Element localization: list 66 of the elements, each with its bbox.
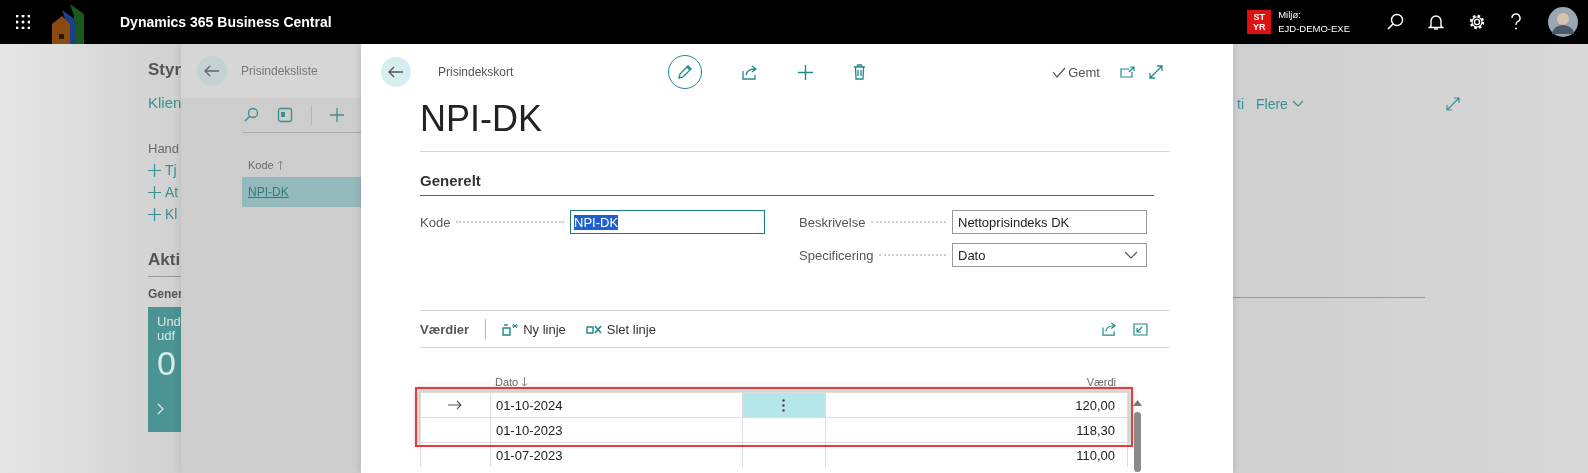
- tile-caption: Und: [157, 315, 181, 329]
- delete-line-button[interactable]: Slet linje: [585, 321, 656, 337]
- notification-bell-icon[interactable]: [1428, 13, 1444, 31]
- column-header[interactable]: Værdi: [826, 376, 1128, 388]
- user-avatar-icon[interactable]: [1548, 7, 1578, 37]
- search-icon[interactable]: [1386, 13, 1404, 31]
- saved-label: Gemt: [1068, 64, 1100, 80]
- tile-caption: udf: [157, 329, 177, 343]
- table-cell: 110,00: [826, 443, 1128, 467]
- column-header[interactable]: Dato: [495, 376, 519, 388]
- column-header[interactable]: Kode: [248, 159, 274, 171]
- delete-icon[interactable]: [853, 64, 866, 80]
- settings-icon[interactable]: [1468, 13, 1486, 31]
- section-label: Hand: [148, 141, 180, 156]
- plus-icon: [148, 163, 161, 177]
- record-title: NPI-DK: [420, 100, 543, 141]
- open-new-window-icon[interactable]: [1120, 66, 1135, 78]
- back-arrow-icon: [388, 66, 404, 78]
- environment-label: Miljø:: [1278, 8, 1302, 22]
- page-title: Prisindeksliste: [241, 64, 318, 78]
- more-options-icon[interactable]: [782, 398, 786, 412]
- table-row[interactable]: 01-10-2023 118,30: [420, 417, 1128, 442]
- checkmark-icon: [1052, 66, 1067, 78]
- field-label: Beskrivelse: [799, 214, 866, 230]
- tile-value: 0: [157, 343, 177, 383]
- back-button[interactable]: [381, 57, 411, 87]
- section-header[interactable]: Generelt: [420, 172, 1154, 196]
- share-icon[interactable]: [1102, 322, 1117, 336]
- chevron-down-icon: [1124, 251, 1138, 259]
- page-title: Styr: [148, 60, 182, 80]
- new-line-icon: [502, 322, 519, 336]
- app-title: Dynamics 365 Business Central: [120, 14, 332, 30]
- page-caption: Prisindekskort: [438, 65, 515, 79]
- dropdown-field[interactable]: Dato: [952, 243, 1147, 267]
- field-label: Specificering: [799, 247, 874, 263]
- sort-ascending-icon: [276, 160, 284, 170]
- table-row[interactable]: 01-07-2023 110,00: [420, 442, 1128, 467]
- group-label: Gener: [148, 287, 183, 301]
- pencil-icon: [676, 63, 694, 81]
- collapse-icon[interactable]: [1133, 322, 1148, 336]
- back-button[interactable]: [197, 56, 227, 86]
- part-title[interactable]: Værdier: [420, 321, 470, 337]
- text-field[interactable]: NPI-DK: [570, 210, 765, 234]
- new-line-button[interactable]: Ny linje: [502, 321, 566, 337]
- environment-badge: ST YR: [1247, 10, 1272, 34]
- expand-icon[interactable]: [1445, 97, 1460, 111]
- chevron-down-icon: [1291, 100, 1304, 108]
- app-launcher-icon[interactable]: [16, 15, 30, 29]
- help-icon[interactable]: [1510, 13, 1522, 31]
- scroll-up-icon[interactable]: [1133, 400, 1142, 406]
- plus-icon: [148, 207, 161, 221]
- expand-icon[interactable]: [1149, 65, 1163, 79]
- chevron-right-icon: [157, 403, 165, 415]
- layout-icon[interactable]: [277, 107, 293, 123]
- sort-descending-icon: [521, 377, 529, 387]
- plus-icon[interactable]: [798, 64, 813, 80]
- environment-name: EJD-DEMO-EXE: [1278, 22, 1350, 36]
- back-arrow-icon: [204, 65, 220, 77]
- edit-button[interactable]: [668, 55, 702, 89]
- current-row-arrow-icon: [448, 400, 463, 410]
- field-label: Kode: [420, 214, 451, 230]
- text-field[interactable]: Nettoprisindeks DK: [952, 210, 1147, 234]
- share-icon[interactable]: [742, 64, 758, 80]
- plus-icon: [148, 185, 161, 199]
- table-cell: 01-07-2023: [490, 443, 743, 467]
- table-row[interactable]: 01-10-2024 120,00: [420, 392, 1128, 417]
